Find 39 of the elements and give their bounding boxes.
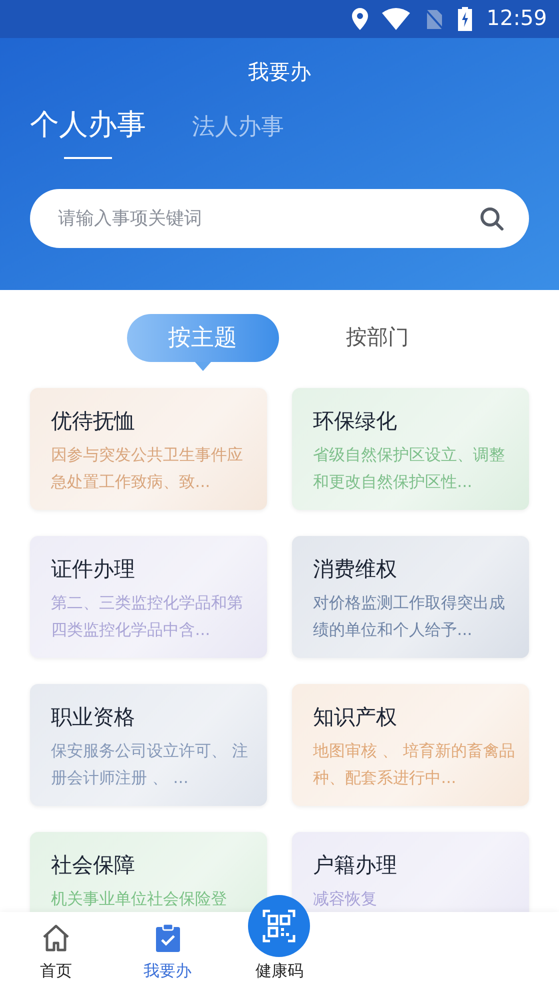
card-title: 优待抚恤 bbox=[51, 408, 136, 434]
battery-icon bbox=[458, 7, 472, 31]
status-time: 12:59 bbox=[486, 5, 547, 32]
card-title: 户籍办理 bbox=[313, 852, 398, 878]
card-title: 职业资格 bbox=[51, 704, 136, 730]
clipboard-check-icon bbox=[154, 923, 182, 953]
home-icon bbox=[40, 923, 71, 953]
wifi-icon bbox=[382, 8, 410, 30]
topic-card[interactable]: 社会保障 机关事业单位社会保险登 bbox=[30, 832, 267, 912]
card-title: 社会保障 bbox=[51, 852, 136, 878]
card-description: 机关事业单位社会保险登 bbox=[51, 888, 228, 910]
search-field[interactable]: 请输入事项关键词 bbox=[30, 188, 529, 248]
tab[interactable]: 个人办事 bbox=[30, 103, 146, 158]
nav-item[interactable]: 首页 bbox=[0, 912, 112, 995]
topic-card[interactable]: 优待抚恤 因参与突发公共卫生事件应急处置工作致病、致... bbox=[30, 388, 267, 510]
no-sim-icon bbox=[424, 8, 444, 30]
card-title: 消费维权 bbox=[313, 556, 398, 582]
card-title: 环保绿化 bbox=[313, 408, 398, 434]
card-description: 省级自然保护区设立、调整和更改自然保护区性... bbox=[313, 444, 506, 493]
topic-card[interactable]: 户籍办理 减容恢复 bbox=[292, 832, 529, 912]
page-title: 我要办 bbox=[248, 59, 311, 86]
card-description: 第二、三类监控化学品和第四类监控化学品中含... bbox=[51, 592, 244, 641]
card-description: 对价格监测工作取得突出成绩的单位和个人给予... bbox=[313, 592, 506, 641]
card-description: 保安服务公司设立许可、 注册会计师注册 、 ... bbox=[51, 740, 250, 789]
card-title: 知识产权 bbox=[313, 704, 398, 730]
card-description: 减容恢复 bbox=[313, 888, 378, 910]
segment-tab[interactable]: 按部门 bbox=[322, 314, 432, 362]
topic-card[interactable]: 环保绿化 省级自然保护区设立、调整和更改自然保护区性... bbox=[292, 388, 529, 510]
topic-card[interactable]: 证件办理 第二、三类监控化学品和第四类监控化学品中含... bbox=[30, 536, 267, 658]
card-description: 因参与突发公共卫生事件应急处置工作致病、致... bbox=[51, 444, 244, 493]
card-title: 证件办理 bbox=[51, 556, 136, 582]
location-icon bbox=[352, 8, 368, 30]
tab-pointer-icon bbox=[194, 362, 210, 371]
topic-card[interactable]: 消费维权 对价格监测工作取得突出成绩的单位和个人给予... bbox=[292, 536, 529, 658]
nav-item[interactable]: 我要办 bbox=[112, 912, 224, 995]
topic-card[interactable]: 知识产权 地图审核 、 培育新的畜禽品种、配套系进行中... bbox=[292, 684, 529, 806]
topic-card[interactable]: 职业资格 保安服务公司设立许可、 注册会计师注册 、 ... bbox=[30, 684, 267, 806]
search-icon[interactable] bbox=[479, 206, 505, 232]
card-description: 地图审核 、 培育新的畜禽品种、配套系进行中... bbox=[313, 740, 516, 789]
